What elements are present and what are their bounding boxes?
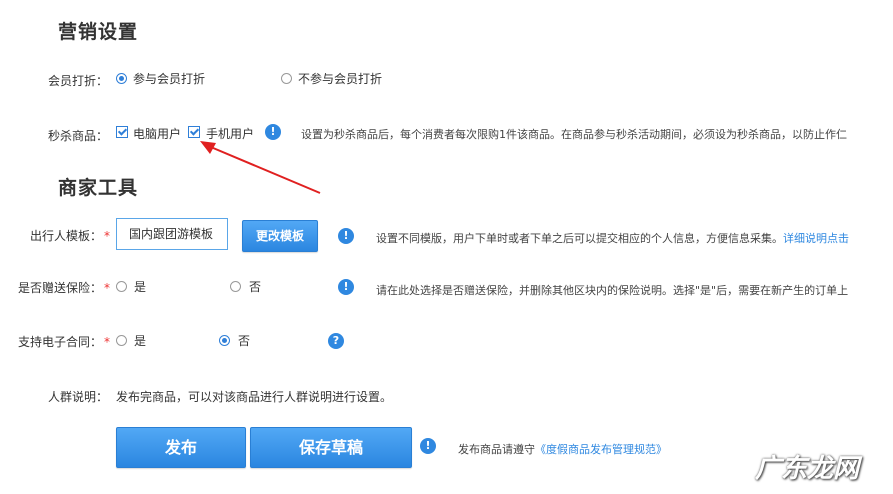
insurance-yes-radio[interactable] [116, 281, 127, 292]
member-discount-no-radio[interactable] [281, 73, 292, 84]
traveler-template-info-icon[interactable]: ! [338, 228, 354, 244]
publish-button[interactable]: 发布 [116, 427, 246, 468]
member-discount-no-label[interactable]: 不参与会员打折 [298, 70, 382, 87]
e-contract-help-icon[interactable]: ? [328, 333, 344, 349]
insurance-label: 是否赠送保险： * [18, 281, 111, 295]
insurance-yes-label[interactable]: 是 [134, 278, 146, 295]
crowd-label: 人群说明： [48, 390, 109, 404]
flash-sale-pc-checkbox[interactable] [116, 126, 128, 138]
flash-sale-label: 秒杀商品： [48, 129, 109, 143]
member-discount-label: 会员打折： [48, 74, 109, 88]
member-discount-yes-label[interactable]: 参与会员打折 [133, 70, 205, 87]
watermark-logo: 广东龙网 [755, 454, 860, 484]
marketing-section-title: 营销设置 [58, 21, 139, 43]
flash-sale-pc-label[interactable]: 电脑用户 [133, 125, 181, 142]
crowd-text: 发布完商品，可以对该商品进行人群说明进行设置。 [116, 390, 393, 404]
change-template-button[interactable]: 更改模板 [242, 220, 318, 252]
e-contract-no-label[interactable]: 否 [238, 332, 250, 349]
insurance-no-label[interactable]: 否 [249, 278, 261, 295]
save-draft-button[interactable]: 保存草稿 [250, 427, 412, 468]
traveler-template-hint: 设置不同模版，用户下单时或者下单之后可以提交相应的个人信息，方便信息采集。详细说… [376, 232, 849, 245]
annotation-arrow-icon [200, 141, 321, 194]
e-contract-yes-radio[interactable] [116, 335, 127, 346]
traveler-template-label: 出行人模板： * [30, 229, 111, 243]
publish-info-icon[interactable]: ! [420, 438, 436, 454]
e-contract-label: 支持电子合同： * [18, 335, 111, 349]
insurance-hint: 请在此处选择是否赠送保险，并删除其他区块内的保险说明。选择"是"后，需要在新产生… [376, 284, 849, 297]
traveler-template-input[interactable]: 国内跟团游模板 [116, 218, 228, 250]
insurance-no-radio[interactable] [230, 281, 241, 292]
merchant-tools-section-title: 商家工具 [58, 177, 139, 199]
publish-notice: 发布商品请遵守《度假商品发布管理规范》 [458, 443, 667, 456]
flash-sale-hint: 设置为秒杀商品后，每个消费者每次限购1件该商品。在商品参与秒杀活动期间，必须设为… [301, 128, 847, 141]
insurance-info-icon[interactable]: ! [338, 279, 354, 295]
member-discount-yes-radio[interactable] [116, 73, 127, 84]
e-contract-yes-label[interactable]: 是 [134, 332, 146, 349]
publish-rules-link[interactable]: 《度假商品发布管理规范》 [535, 443, 667, 456]
e-contract-no-radio[interactable] [219, 335, 230, 346]
detail-link[interactable]: 详细说明点击 [783, 232, 849, 245]
